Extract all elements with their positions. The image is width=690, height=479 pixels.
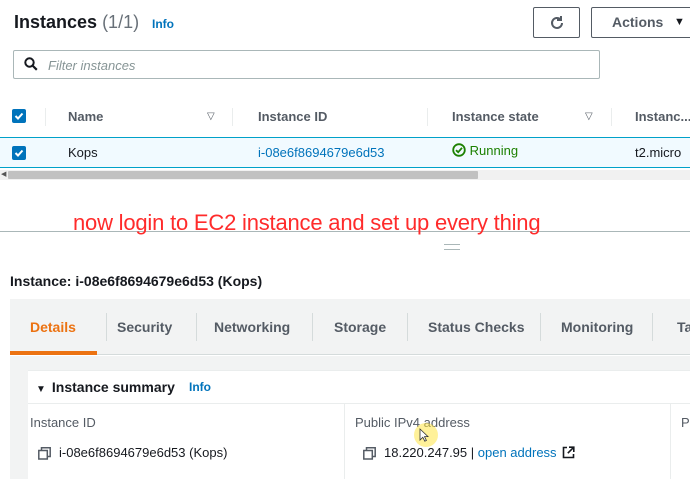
refresh-icon xyxy=(550,15,563,29)
caret-down-icon: ▼ xyxy=(36,384,46,395)
table-row[interactable]: Kops i-08e6f8694679e6d53 Running t2.micr… xyxy=(0,137,690,168)
resize-handle-icon[interactable] xyxy=(444,244,460,250)
refresh-button[interactable] xyxy=(533,7,580,38)
sort-icon[interactable]: ▽ xyxy=(207,111,215,122)
copy-icon[interactable] xyxy=(363,447,376,460)
check-circle-icon xyxy=(452,143,466,157)
filter-instances-input[interactable]: Filter instances xyxy=(13,50,600,79)
summary-info-link[interactable]: Info xyxy=(189,380,211,394)
search-placeholder: Filter instances xyxy=(48,58,136,73)
row-instance-state: Running xyxy=(452,143,518,158)
check-icon xyxy=(14,112,24,120)
tab-security[interactable]: Security xyxy=(117,319,172,335)
instance-summary-toggle[interactable]: ▼ Instance summary xyxy=(36,379,175,395)
instance-detail-title: Instance: i-08e6f8694679e6d53 (Kops) xyxy=(10,273,263,289)
external-link-icon[interactable] xyxy=(562,446,575,459)
check-icon xyxy=(14,149,24,157)
tab-details[interactable]: Details xyxy=(30,319,76,335)
tab-tags[interactable]: Ta xyxy=(677,319,690,335)
field-value-instance-id: i-08e6f8694679e6d53 (Kops) xyxy=(38,445,227,460)
caret-down-icon: ▼ xyxy=(674,16,685,28)
field-label-instance-id: Instance ID xyxy=(30,415,96,430)
open-address-link[interactable]: open address xyxy=(478,445,557,460)
row-checkbox[interactable] xyxy=(12,146,26,160)
copy-icon[interactable] xyxy=(38,447,51,460)
detail-tabs: Details Security Networking Storage Stat… xyxy=(10,299,690,355)
column-header-instance-type[interactable]: Instanc... xyxy=(635,109,690,124)
tab-monitoring[interactable]: Monitoring xyxy=(561,319,633,335)
divider xyxy=(344,404,345,479)
sort-icon[interactable]: ▽ xyxy=(585,111,593,122)
field-label-truncated: P xyxy=(681,415,690,430)
info-link[interactable]: Info xyxy=(152,17,174,31)
page-title: Instances (1/1) xyxy=(14,12,140,32)
column-header-name[interactable]: Name xyxy=(68,109,103,124)
instance-count: (1/1) xyxy=(102,12,140,32)
tab-status-checks[interactable]: Status Checks xyxy=(428,319,524,335)
instances-list-panel: Instances (1/1) Info Actions ▼ Filter in… xyxy=(0,0,690,232)
column-header-instance-id[interactable]: Instance ID xyxy=(258,109,327,124)
mouse-pointer-icon xyxy=(419,428,429,442)
row-name: Kops xyxy=(68,145,98,160)
table-header: Name ▽ Instance ID Instance state ▽ Inst… xyxy=(0,100,690,134)
scroll-left-icon[interactable]: ◀ xyxy=(1,170,6,178)
tab-storage[interactable]: Storage xyxy=(334,319,386,335)
actions-label: Actions xyxy=(612,14,664,30)
tab-networking[interactable]: Networking xyxy=(214,319,290,335)
select-all-checkbox[interactable] xyxy=(12,109,26,123)
search-icon xyxy=(24,57,38,71)
scrollbar-thumb[interactable] xyxy=(8,171,478,179)
actions-button[interactable]: Actions ▼ xyxy=(591,7,690,38)
active-tab-indicator xyxy=(10,351,97,355)
overlay-caption: now login to EC2 instance and set up eve… xyxy=(73,210,541,235)
row-instance-id-link[interactable]: i-08e6f8694679e6d53 xyxy=(258,145,385,160)
divider xyxy=(28,403,690,404)
field-label-public-ipv4: Public IPv4 address xyxy=(355,415,470,430)
row-instance-type: t2.micro xyxy=(635,145,682,160)
field-value-public-ipv4: 18.220.247.95 | open address xyxy=(363,445,575,460)
column-header-instance-state[interactable]: Instance state xyxy=(452,109,539,124)
divider xyxy=(670,404,671,479)
